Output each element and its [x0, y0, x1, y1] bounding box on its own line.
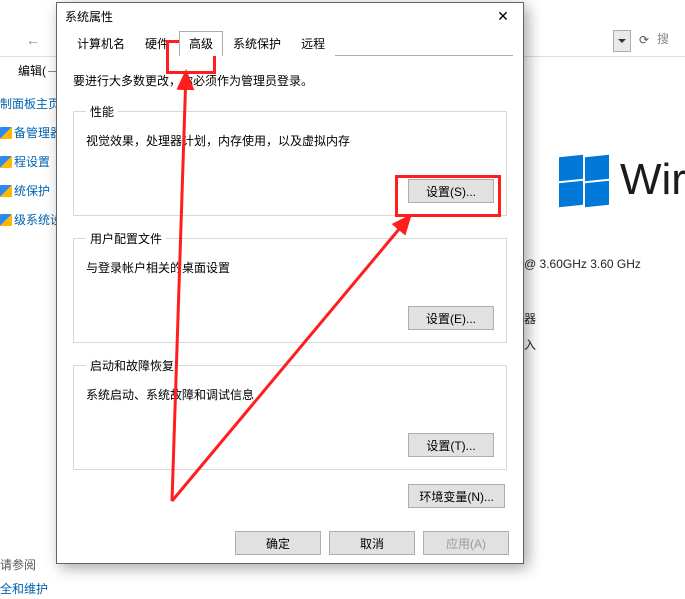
sidebar-link-system-protection[interactable]: 统保护 — [0, 182, 60, 199]
search-field[interactable]: 搜 — [657, 30, 683, 50]
tab-remote[interactable]: 远程 — [291, 31, 335, 56]
dialog-button-row: 确定 取消 应用(A) — [57, 531, 523, 555]
tab-hardware[interactable]: 硬件 — [135, 31, 179, 56]
tab-advanced[interactable]: 高级 — [179, 31, 223, 56]
ok-button[interactable]: 确定 — [235, 531, 321, 555]
performance-settings-button[interactable]: 设置(S)... — [408, 179, 494, 203]
control-panel-sidebar: 制面板主页 备管理器 程设置 统保护 级系统设置 — [0, 95, 60, 240]
user-profiles-settings-button[interactable]: 设置(E)... — [408, 306, 494, 330]
menu-edit-label: 编辑( — [18, 62, 46, 79]
sidebar-link-home[interactable]: 制面板主页 — [0, 95, 60, 112]
environment-variables-button[interactable]: 环境变量(N)... — [408, 484, 505, 508]
performance-legend: 性能 — [86, 103, 118, 120]
close-icon: ✕ — [497, 8, 509, 25]
cpu-speed-value: @ 3.60GHz 3.60 GHz — [524, 257, 641, 271]
windows-logo-icon — [558, 155, 610, 207]
windows-brand-label: Wir — [620, 155, 685, 205]
refresh-icon[interactable]: ⟳ — [633, 30, 655, 50]
startup-recovery-desc: 系统启动、系统故障和调试信息 — [86, 386, 494, 403]
related-link-security[interactable]: 全和维护 — [0, 580, 48, 597]
dialog-titlebar: 系统属性 ✕ — [57, 3, 523, 29]
tab-strip: 计算机名 硬件 高级 系统保护 远程 — [67, 31, 513, 56]
performance-desc: 视觉效果，处理器计划，内存使用，以及虚拟内存 — [86, 132, 494, 149]
tab-computer-name[interactable]: 计算机名 — [67, 31, 135, 56]
sidebar-link-remote-settings[interactable]: 程设置 — [0, 153, 60, 170]
tab-panel-advanced: 要进行大多数更改，你必须作为管理员登录。 性能 视觉效果，处理器计划，内存使用，… — [57, 56, 523, 514]
sidebar-link-advanced-system[interactable]: 级系统设置 — [0, 211, 60, 228]
close-button[interactable]: ✕ — [483, 3, 523, 29]
user-profiles-desc: 与登录帐户相关的桌面设置 — [86, 259, 494, 276]
back-arrow-icon[interactable]: ← — [26, 32, 40, 48]
startup-recovery-group: 启动和故障恢复 系统启动、系统故障和调试信息 设置(T)... — [73, 357, 507, 470]
user-profiles-legend: 用户配置文件 — [86, 230, 166, 247]
address-dropdown[interactable] — [613, 30, 631, 52]
startup-recovery-legend: 启动和故障恢复 — [86, 357, 178, 374]
info-label-2: 入 — [524, 336, 536, 353]
related-heading: 请参阅 — [0, 556, 36, 573]
cancel-button[interactable]: 取消 — [329, 531, 415, 555]
dialog-title: 系统属性 — [65, 8, 113, 25]
system-properties-dialog: 系统属性 ✕ 计算机名 硬件 高级 系统保护 远程 要进行大多数更改，你必须作为… — [56, 2, 524, 564]
sidebar-link-device-manager[interactable]: 备管理器 — [0, 124, 60, 141]
admin-notice: 要进行大多数更改，你必须作为管理员登录。 — [73, 72, 507, 89]
user-profiles-group: 用户配置文件 与登录帐户相关的桌面设置 设置(E)... — [73, 230, 507, 343]
startup-recovery-settings-button[interactable]: 设置(T)... — [408, 433, 494, 457]
menu-edit[interactable]: 编辑( — [18, 62, 60, 79]
tab-system-protection[interactable]: 系统保护 — [223, 31, 291, 56]
info-label-1: 器 — [524, 310, 536, 327]
performance-group: 性能 视觉效果，处理器计划，内存使用，以及虚拟内存 设置(S)... — [73, 103, 507, 216]
apply-button[interactable]: 应用(A) — [423, 531, 509, 555]
